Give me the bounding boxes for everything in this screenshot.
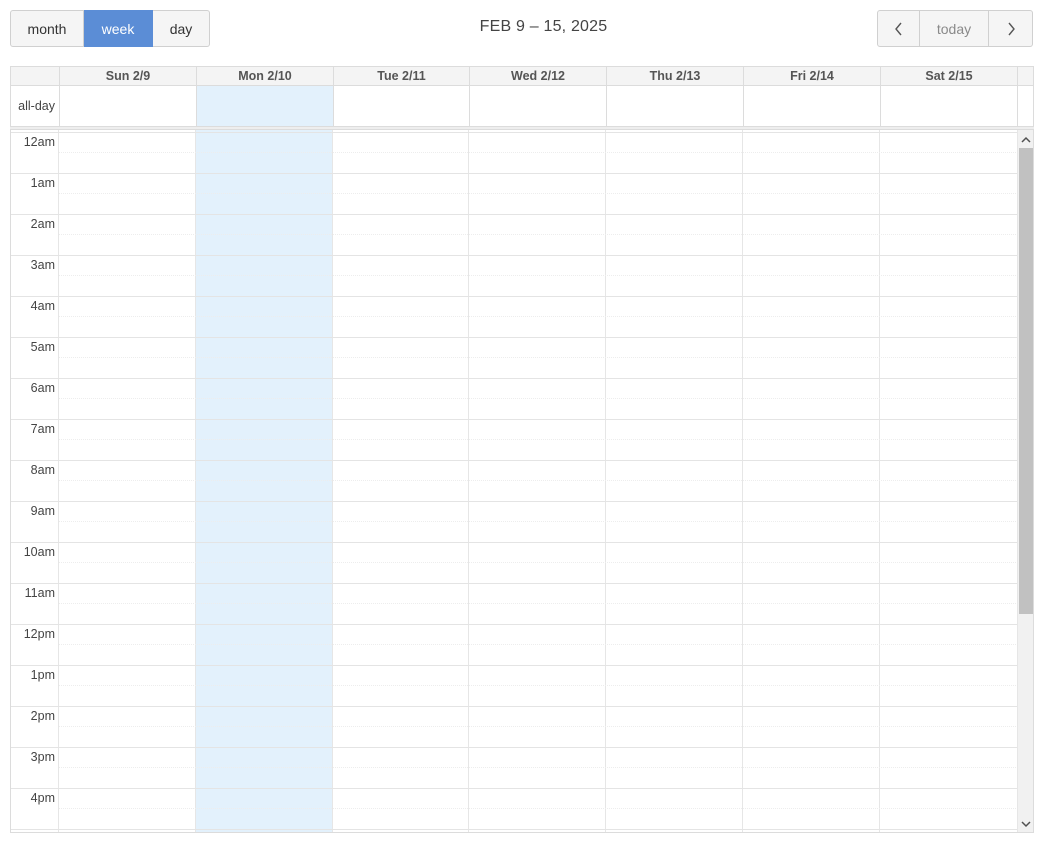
allday-cell-mon[interactable]	[196, 86, 333, 126]
calendar-bottom-border	[10, 832, 1034, 833]
hour-line	[11, 132, 1018, 133]
day-column-sat[interactable]	[879, 130, 1017, 833]
half-hour-line	[59, 767, 1018, 768]
half-hour-line	[59, 480, 1018, 481]
day-header-sat: Sat 2/15	[880, 67, 1017, 86]
hour-label: 7am	[30, 422, 55, 436]
hour-label: 6am	[30, 381, 55, 395]
vertical-scrollbar[interactable]	[1017, 130, 1033, 833]
hour-line	[11, 624, 1018, 625]
week-calendar: Sun 2/9 Mon 2/10 Tue 2/11 Wed 2/12 Thu 2…	[10, 66, 1034, 833]
allday-cell-thu[interactable]	[606, 86, 743, 126]
hour-line	[11, 829, 1018, 830]
day-header-wed: Wed 2/12	[469, 67, 606, 86]
half-hour-line	[59, 357, 1018, 358]
half-hour-line	[59, 685, 1018, 686]
half-hour-line	[59, 726, 1018, 727]
hour-label: 2am	[30, 217, 55, 231]
chevron-right-icon	[1006, 22, 1016, 36]
half-hour-line	[59, 152, 1018, 153]
half-hour-line	[59, 521, 1018, 522]
hour-line	[11, 583, 1018, 584]
hour-line	[11, 419, 1018, 420]
hour-label: 10am	[23, 545, 55, 559]
chevron-left-icon	[894, 22, 904, 36]
half-hour-line	[59, 316, 1018, 317]
allday-cell-tue[interactable]	[333, 86, 469, 126]
hour-label: 4pm	[30, 791, 55, 805]
hour-label: 1pm	[30, 668, 55, 682]
day-column-sun[interactable]	[58, 130, 195, 833]
hour-line	[11, 173, 1018, 174]
half-hour-line	[59, 398, 1018, 399]
allday-cell-wed[interactable]	[469, 86, 606, 126]
hour-line	[11, 255, 1018, 256]
day-header-row: Sun 2/9 Mon 2/10 Tue 2/11 Wed 2/12 Thu 2…	[10, 66, 1034, 86]
half-hour-line	[59, 275, 1018, 276]
hour-line	[11, 214, 1018, 215]
hour-line	[11, 337, 1018, 338]
hour-label: 8am	[30, 463, 55, 477]
hour-line	[11, 501, 1018, 502]
prev-button[interactable]	[877, 10, 920, 47]
allday-label: all-day	[18, 99, 55, 113]
hour-line	[11, 460, 1018, 461]
allday-row: all-day	[10, 86, 1034, 127]
hour-line	[11, 747, 1018, 748]
day-header-thu: Thu 2/13	[606, 67, 743, 86]
allday-cell-sat[interactable]	[880, 86, 1017, 126]
hour-label: 4am	[30, 299, 55, 313]
day-header-sun: Sun 2/9	[59, 67, 196, 86]
hour-label: 9am	[30, 504, 55, 518]
day-header-mon: Mon 2/10	[196, 67, 333, 86]
allday-cell-sun[interactable]	[59, 86, 196, 126]
hour-label: 2pm	[30, 709, 55, 723]
hour-line	[11, 378, 1018, 379]
half-hour-line	[59, 234, 1018, 235]
hour-line	[11, 665, 1018, 666]
half-hour-line	[59, 562, 1018, 563]
scroll-up-arrow-icon[interactable]	[1018, 131, 1033, 147]
half-hour-line	[59, 439, 1018, 440]
half-hour-line	[59, 193, 1018, 194]
date-navigation: today	[877, 10, 1033, 47]
hour-label: 3pm	[30, 750, 55, 764]
hour-label: 1am	[30, 176, 55, 190]
day-column-tue[interactable]	[332, 130, 468, 833]
day-header-tue: Tue 2/11	[333, 67, 469, 86]
hour-line	[11, 788, 1018, 789]
today-button[interactable]: today	[920, 10, 989, 47]
day-column-thu[interactable]	[605, 130, 742, 833]
hour-label: 12am	[23, 135, 55, 149]
day-header-fri: Fri 2/14	[743, 67, 880, 86]
day-column-wed[interactable]	[468, 130, 605, 833]
hour-label: 5am	[30, 340, 55, 354]
time-grid[interactable]: 12am 1am 2am 3am 4am 5am 6am 7am 8am 9am 10am 11am 1…	[10, 130, 1034, 833]
hour-line	[11, 296, 1018, 297]
hour-line	[11, 706, 1018, 707]
header-scroll-gutter	[1017, 67, 1034, 86]
day-column-fri[interactable]	[742, 130, 879, 833]
next-button[interactable]	[989, 10, 1033, 47]
scrollbar-thumb[interactable]	[1019, 148, 1033, 614]
hour-line	[11, 542, 1018, 543]
allday-cell-fri[interactable]	[743, 86, 880, 126]
half-hour-line	[59, 644, 1018, 645]
half-hour-line	[59, 808, 1018, 809]
hour-label: 11am	[24, 586, 55, 600]
allday-scroll-gutter	[1017, 86, 1034, 126]
hour-label: 12pm	[23, 627, 55, 641]
half-hour-line	[59, 603, 1018, 604]
hour-label: 3am	[30, 258, 55, 272]
scroll-down-arrow-icon[interactable]	[1018, 816, 1033, 832]
day-column-mon[interactable]	[195, 130, 332, 833]
